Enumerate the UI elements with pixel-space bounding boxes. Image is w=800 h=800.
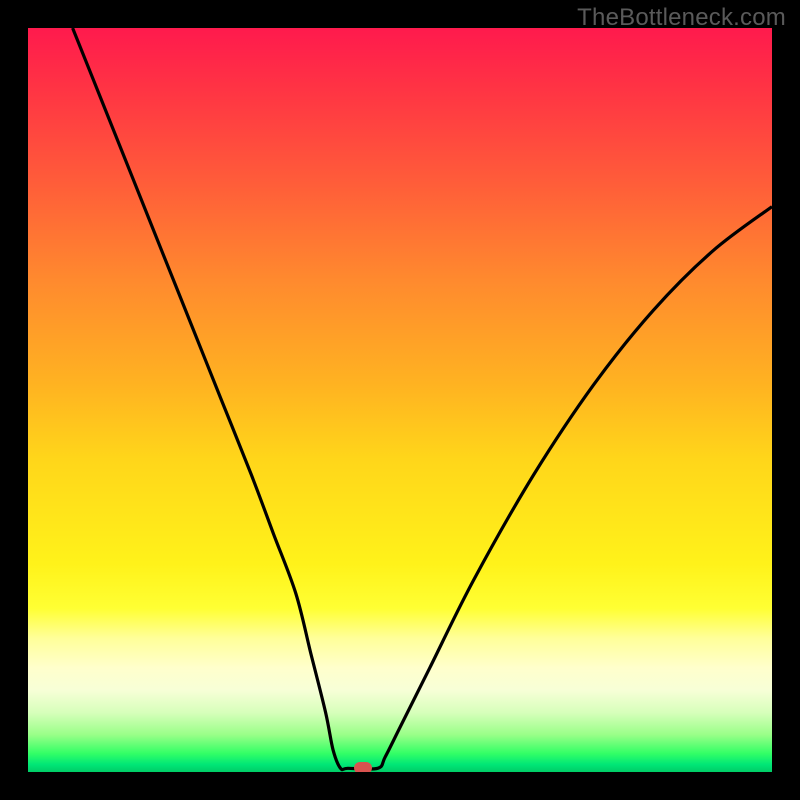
optimal-marker: [354, 762, 372, 772]
plot-area: [28, 28, 772, 772]
bottleneck-curve: [28, 28, 772, 772]
watermark-text: TheBottleneck.com: [577, 4, 786, 32]
chart-frame: TheBottleneck.com: [0, 0, 800, 800]
